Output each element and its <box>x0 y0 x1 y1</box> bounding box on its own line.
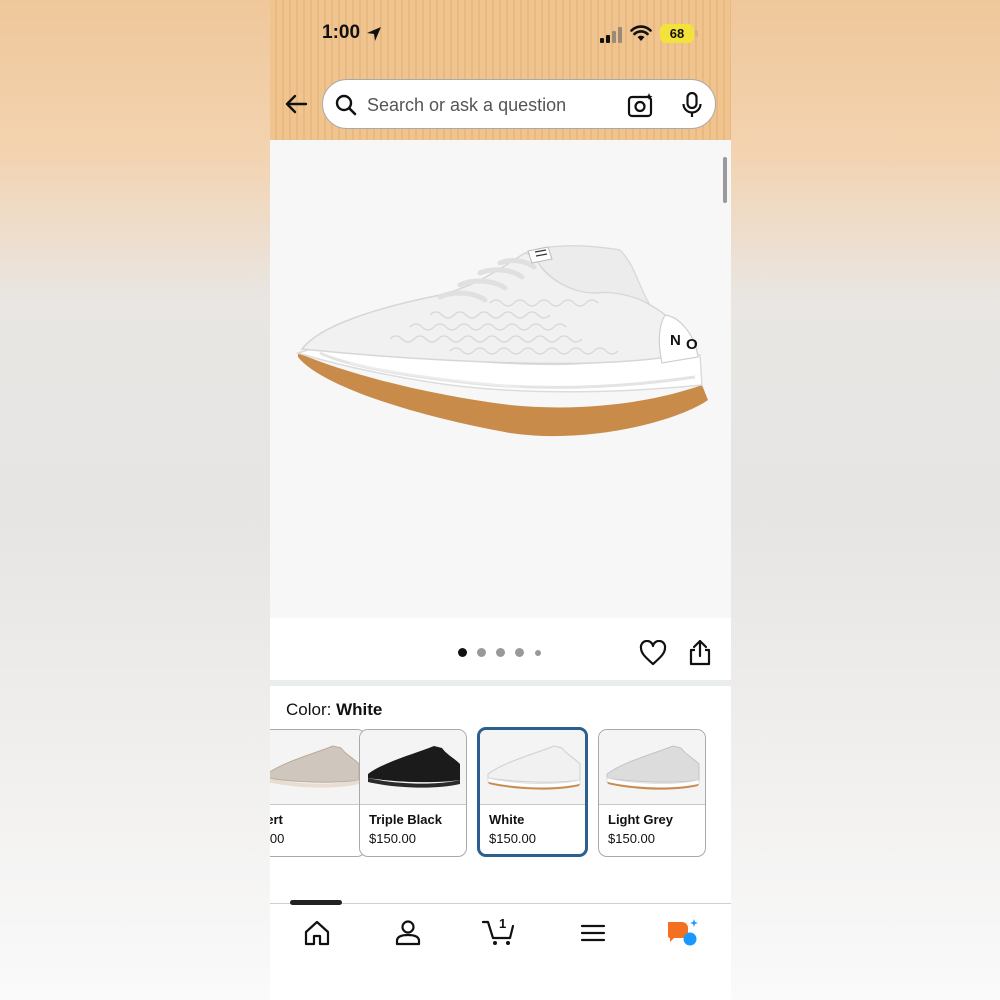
heart-icon[interactable] <box>639 640 667 666</box>
swatch-price: 0.00 <box>270 831 285 846</box>
swatch-shoe-triple-black <box>368 746 460 788</box>
battery-indicator: 68 <box>660 24 694 43</box>
gallery-dot-5[interactable] <box>535 650 541 656</box>
account-icon[interactable] <box>393 918 423 948</box>
status-time: 1:00 <box>322 22 361 43</box>
search-input[interactable]: Search or ask a question <box>322 79 716 129</box>
scrollbar[interactable] <box>723 157 727 203</box>
color-swatch-white[interactable]: White $150.00 <box>477 727 588 857</box>
microphone-icon[interactable] <box>681 92 703 118</box>
back-arrow-icon[interactable] <box>282 90 310 118</box>
location-arrow-icon <box>367 27 381 41</box>
swatch-shoe-white <box>487 745 581 790</box>
app-screen: 1:00 68 Search or ask a question N O Col… <box>270 0 731 1000</box>
color-swatch-desert[interactable]: sert 0.00 <box>270 729 366 857</box>
rufus-icon[interactable] <box>666 918 700 948</box>
gallery-dot-1[interactable] <box>458 648 467 657</box>
home-indicator <box>290 900 342 905</box>
swatch-price: $150.00 <box>489 831 536 846</box>
swatch-divider <box>480 804 585 805</box>
cart-count: 1 <box>499 916 506 931</box>
gallery-controls <box>270 618 731 680</box>
swatch-name: Light Grey <box>608 812 674 827</box>
swatch-price: $150.00 <box>369 831 416 846</box>
bottom-navigation: 1 <box>270 903 731 1000</box>
wifi-icon <box>630 25 652 41</box>
svg-text:O: O <box>686 336 698 353</box>
swatch-name: White <box>489 812 525 827</box>
swatch-divider <box>599 804 705 805</box>
search-icon <box>335 94 357 116</box>
color-label-prefix: Color: <box>286 700 332 719</box>
section-divider <box>270 680 731 686</box>
gallery-dot-4[interactable] <box>515 648 524 657</box>
gallery-dot-3[interactable] <box>496 648 505 657</box>
swatch-shoe-desert <box>270 745 360 788</box>
camera-search-icon[interactable] <box>627 92 655 118</box>
battery-tip <box>695 30 698 37</box>
swatch-divider <box>360 804 466 805</box>
swatch-name: Triple Black <box>369 812 442 827</box>
cart-icon[interactable]: 1 <box>482 914 516 946</box>
color-swatch-triple-black[interactable]: Triple Black $150.00 <box>359 729 467 857</box>
signal-icon <box>600 27 622 43</box>
product-image-white-shoe[interactable]: N O <box>290 245 710 445</box>
selected-color-name: White <box>336 700 383 719</box>
header: 1:00 68 Search or ask a question <box>270 0 731 140</box>
gallery-dot-2[interactable] <box>477 648 486 657</box>
color-label: Color: White <box>286 700 382 720</box>
swatch-name: sert <box>270 812 283 827</box>
home-icon[interactable] <box>302 918 332 948</box>
swatch-shoe-light-grey <box>606 745 700 790</box>
swatch-price: $150.00 <box>608 831 655 846</box>
color-swatch-light-grey[interactable]: Light Grey $150.00 <box>598 729 706 857</box>
search-placeholder: Search or ask a question <box>367 95 567 115</box>
menu-icon[interactable] <box>578 918 608 948</box>
share-icon[interactable] <box>688 638 712 666</box>
swatch-divider <box>270 804 365 805</box>
svg-text:N: N <box>670 332 681 349</box>
